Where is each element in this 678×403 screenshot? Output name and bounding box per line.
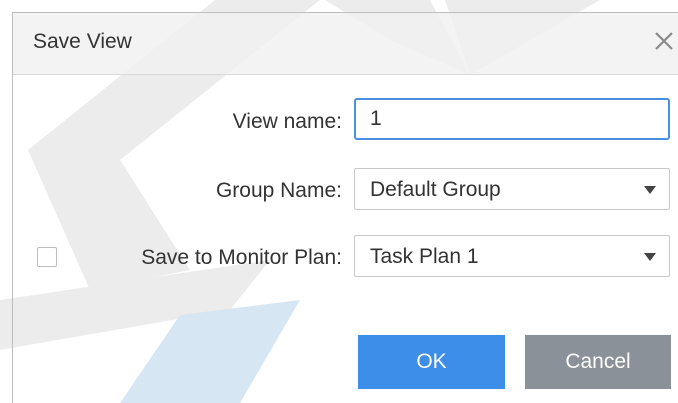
save-view-dialog: Save View View name: Group Name: Default… <box>12 12 678 403</box>
view-name-input[interactable] <box>354 98 670 140</box>
save-to-monitor-plan-checkbox[interactable] <box>37 247 57 267</box>
group-name-selected-value: Default Group <box>370 178 501 201</box>
monitor-plan-select[interactable]: Task Plan 1 <box>354 235 670 277</box>
group-name-select[interactable]: Default Group <box>354 168 670 210</box>
caret-down-icon <box>644 186 656 194</box>
group-name-label: Group Name: <box>215 179 342 202</box>
dialog-titlebar: Save View <box>13 13 678 75</box>
save-to-monitor-plan-label: Save to Monitor Plan: <box>141 246 342 269</box>
view-name-label: View name: <box>232 110 342 133</box>
monitor-plan-selected-value: Task Plan 1 <box>370 245 479 268</box>
dialog-title: Save View <box>33 30 132 53</box>
ok-button[interactable]: OK <box>358 335 505 389</box>
cancel-button[interactable]: Cancel <box>525 335 671 389</box>
screen: Save View View name: Group Name: Default… <box>0 0 678 403</box>
close-icon[interactable] <box>650 27 678 55</box>
caret-down-icon <box>644 253 656 261</box>
